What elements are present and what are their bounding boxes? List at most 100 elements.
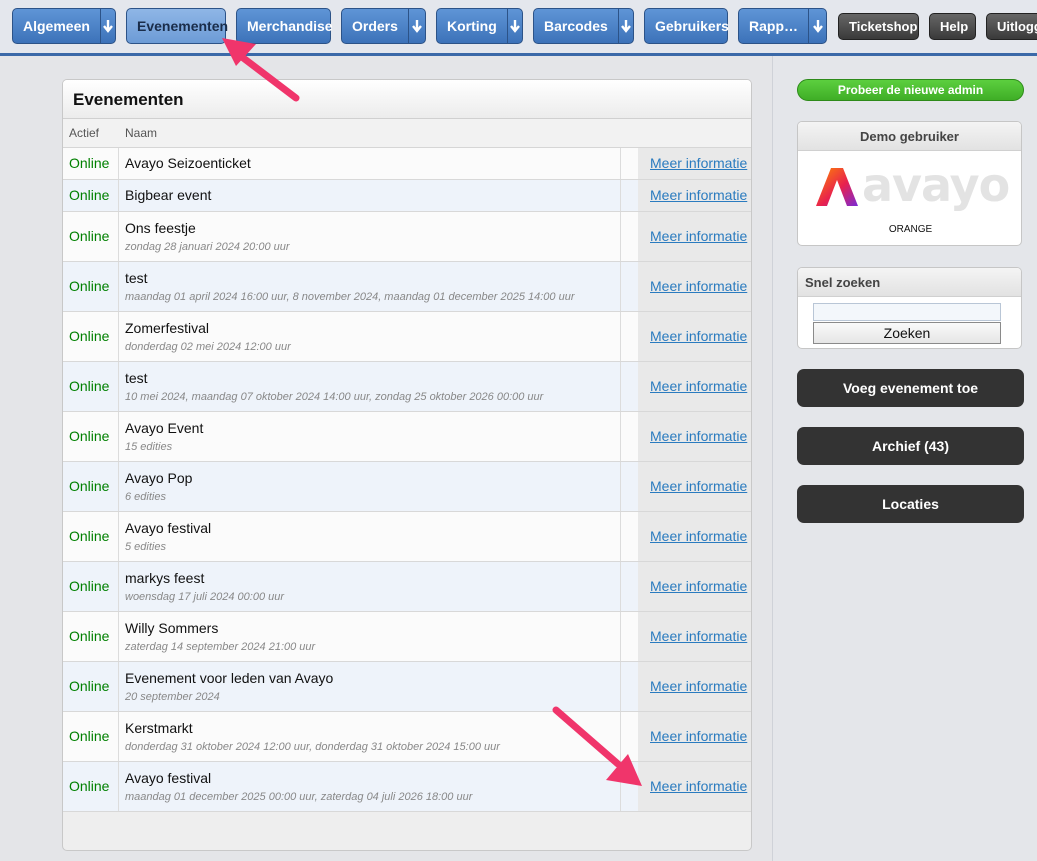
event-name: Bigbear event <box>125 187 212 203</box>
add-event-button[interactable]: Voeg evenement toe <box>797 369 1024 407</box>
event-dates: 20 september 2024 <box>125 691 220 703</box>
more-info-link[interactable]: Meer informatie <box>650 578 747 594</box>
status-label: Online <box>69 428 110 444</box>
event-dates: 6 edities <box>125 491 166 503</box>
column-divider <box>620 312 621 361</box>
quick-search-title: Snel zoeken <box>798 268 1021 297</box>
more-info-link[interactable]: Meer informatie <box>650 678 747 694</box>
more-info-link[interactable]: Meer informatie <box>650 428 747 444</box>
status-label: Online <box>69 628 110 644</box>
column-divider <box>620 412 621 461</box>
nav-orders[interactable]: Orders <box>341 8 426 44</box>
event-dates: 15 edities <box>125 441 173 453</box>
status-label: Online <box>69 187 110 203</box>
nav-barcodes[interactable]: Barcodes <box>533 8 634 44</box>
column-header-status: Actief <box>69 126 100 140</box>
status-label: Online <box>69 278 110 294</box>
event-name: Kerstmarkt <box>125 720 193 736</box>
arrow-down-icon[interactable] <box>617 9 633 43</box>
logo-wordmark: avayo <box>862 158 1010 212</box>
logout-button[interactable]: Uitlogg <box>986 13 1037 40</box>
event-name: test <box>125 370 148 386</box>
nav-label: Korting <box>447 18 497 34</box>
column-divider <box>118 412 119 461</box>
more-info-link[interactable]: Meer informatie <box>650 278 747 294</box>
nav-algemeen[interactable]: Algemeen <box>12 8 116 44</box>
more-info-link[interactable]: Meer informatie <box>650 728 747 744</box>
column-divider <box>118 212 119 261</box>
arrow-down-icon[interactable] <box>808 9 826 43</box>
table-row: Online Zomerfestival donderdag 02 mei 2024… <box>63 312 751 362</box>
column-divider <box>620 612 621 661</box>
table-row: Online test 10 mei 2024, maandag 07 oktobe… <box>63 362 751 412</box>
search-input[interactable] <box>813 303 1001 321</box>
help-button[interactable]: Help <box>929 13 976 40</box>
event-dates: maandag 01 april 2024 16:00 uur, 8 novem… <box>125 291 575 303</box>
more-info-link[interactable]: Meer informatie <box>650 628 747 644</box>
event-dates: 5 edities <box>125 541 166 553</box>
nav-rapportages[interactable]: Rapp… <box>738 8 827 44</box>
column-divider <box>118 180 119 211</box>
nav-label: Rapp… <box>749 18 798 34</box>
avayo-logo <box>814 166 860 211</box>
status-label: Online <box>69 228 110 244</box>
more-info-link[interactable]: Meer informatie <box>650 228 747 244</box>
column-divider <box>620 512 621 561</box>
event-name: Avayo Pop <box>125 470 193 486</box>
table-row: Online test maandag 01 april 2024 16:00 uu… <box>63 262 751 312</box>
column-divider <box>118 562 119 611</box>
column-divider <box>620 262 621 311</box>
event-name: test <box>125 270 148 286</box>
table-row: Online Ons feestje zondag 28 januari 2024 … <box>63 212 751 262</box>
event-name: Zomerfestival <box>125 320 210 336</box>
column-divider <box>620 180 621 211</box>
table-row: Online Willy Sommers zaterdag 14 september… <box>63 612 751 662</box>
ticketshop-button[interactable]: Ticketshop <box>838 13 919 40</box>
archive-button[interactable]: Archief (43) <box>797 427 1024 465</box>
column-divider <box>118 712 119 761</box>
column-divider <box>620 562 621 611</box>
demo-user-box: Demo gebruiker avayo ORANGE <box>797 121 1022 246</box>
event-dates: maandag 01 december 2025 00:00 uur, zate… <box>125 791 473 803</box>
nav-korting[interactable]: Korting <box>436 8 523 44</box>
help-label: Help <box>940 19 969 34</box>
table-row: Online Avayo Pop 6 edities Meer informatie <box>63 462 751 512</box>
demo-user-title: Demo gebruiker <box>798 122 1021 151</box>
column-divider <box>118 662 119 711</box>
table-row: Online Bigbear event Meer informatie <box>63 180 751 212</box>
column-divider <box>620 462 621 511</box>
locations-button[interactable]: Locaties <box>797 485 1024 523</box>
column-divider <box>118 512 119 561</box>
search-button[interactable]: Zoeken <box>813 322 1001 344</box>
more-info-link[interactable]: Meer informatie <box>650 187 747 203</box>
column-header-name: Naam <box>125 126 158 140</box>
more-info-link[interactable]: Meer informatie <box>650 528 747 544</box>
event-name: Avayo festival <box>125 520 212 536</box>
status-label: Online <box>69 155 110 171</box>
nav-label: Algemeen <box>23 18 90 34</box>
more-info-link[interactable]: Meer informatie <box>650 778 747 794</box>
try-new-admin-button[interactable]: Probeer de nieuwe admin <box>797 79 1024 101</box>
column-divider <box>620 148 621 179</box>
arrow-down-icon[interactable] <box>407 9 425 43</box>
event-dates: donderdag 31 oktober 2024 12:00 uur, don… <box>125 741 500 753</box>
status-label: Online <box>69 378 110 394</box>
more-info-link[interactable]: Meer informatie <box>650 155 747 171</box>
event-name: Ons feestje <box>125 220 196 236</box>
organisation-name: ORANGE <box>888 224 933 235</box>
status-label: Online <box>69 328 110 344</box>
more-info-link[interactable]: Meer informatie <box>650 378 747 394</box>
top-navigation-bar: Algemeen Evenementen Merchandise Orders … <box>0 0 1037 56</box>
arrow-down-icon[interactable] <box>99 9 115 43</box>
quick-search-box: Snel zoeken Zoeken <box>797 267 1022 349</box>
event-dates: zaterdag 14 september 2024 21:00 uur <box>125 641 316 653</box>
more-info-link[interactable]: Meer informatie <box>650 478 747 494</box>
more-info-link[interactable]: Meer informatie <box>650 328 747 344</box>
nav-gebruikers[interactable]: Gebruikers <box>644 8 729 44</box>
status-label: Online <box>69 778 110 794</box>
arrow-down-icon[interactable] <box>506 9 522 43</box>
status-label: Online <box>69 578 110 594</box>
event-name: Avayo Event <box>125 420 204 436</box>
column-divider <box>620 362 621 411</box>
ticketshop-label: Ticketshop <box>849 19 918 34</box>
